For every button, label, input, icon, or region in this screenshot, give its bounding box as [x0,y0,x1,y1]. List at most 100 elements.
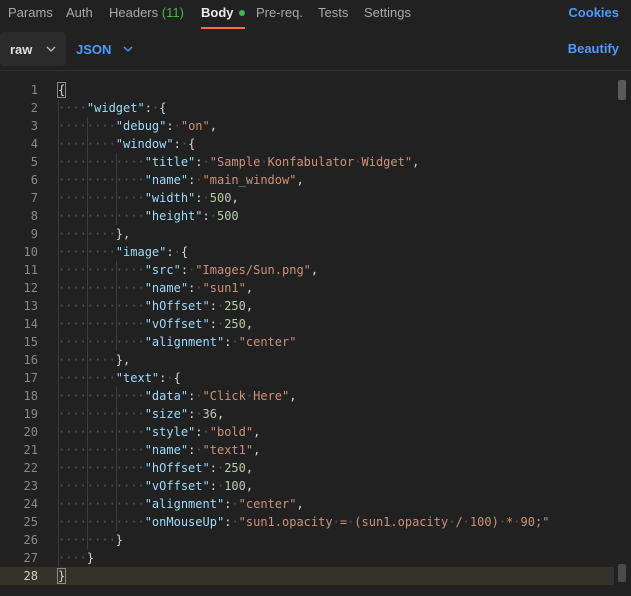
editor-scrollbar[interactable] [618,80,626,584]
chevron-down-icon [123,44,133,55]
code-line[interactable]: 26 ········} [0,531,614,549]
code-text: ········"debug":·"on", [58,119,217,133]
tab-auth[interactable]: Auth [66,0,93,30]
code-text: { [56,82,67,98]
line-number: 26 [23,533,38,547]
code-text: ············"height":·500 [58,209,239,223]
indent-guide [86,117,88,549]
code-text: ············"alignment":·"center" [58,335,297,349]
line-number: 3 [30,119,38,133]
format-value: JSON [76,41,112,57]
line-number: 8 [30,209,38,223]
code-line[interactable]: 10 ········"image":·{ [0,243,614,261]
code-line[interactable]: 3 ········"debug":·"on", [0,117,614,135]
scrollbar-overview-marker [618,564,626,582]
code-text: ············"onMouseUp":·"sun1.opacity·=… [58,515,550,529]
indent-guide [58,99,59,567]
code-text: ············"width":·500, [58,191,239,205]
scrollbar-thumb[interactable] [618,80,626,100]
indent-guide [115,387,117,531]
code-line[interactable]: 5 ············"title":·"Sample·Konfabulat… [0,153,614,171]
indent-guide [115,153,117,225]
body-type-select[interactable]: raw [0,32,66,66]
code-text: ············"src":·"Images/Sun.png", [58,263,319,277]
code-line[interactable]: 2 ····"widget":·{ [0,99,614,117]
code-text: ············"alignment":·"center", [58,497,304,511]
code-line[interactable]: 12 ············"name":·"sun1", [0,279,614,297]
line-number: 4 [30,137,38,151]
tab-prereq[interactable]: Pre-req. [256,0,303,30]
body-toolbar: raw JSON Beautify [0,32,631,66]
code-line[interactable]: 15 ············"alignment":·"center" [0,333,614,351]
tab-auth-label: Auth [66,5,93,20]
code-line[interactable]: 7 ············"width":·500, [0,189,614,207]
code-line[interactable]: 28} [0,567,614,585]
line-number: 25 [23,515,38,529]
code-line[interactable]: 21 ············"name":·"text1", [0,441,614,459]
tab-headers[interactable]: Headers (11) [109,0,184,30]
line-number: 6 [30,173,38,187]
toolbar-divider [0,70,631,71]
line-number: 1 [30,83,38,97]
code-editor[interactable]: 1{2····"widget":·{3········"debug":·"on"… [0,80,631,585]
code-line[interactable]: 27 ····} [0,549,614,567]
line-number: 22 [23,461,38,475]
code-text: } [56,568,67,584]
code-text: ········} [58,533,124,547]
headers-count-badge: (11) [161,5,184,20]
code-line[interactable]: 4 ········"window":·{ [0,135,614,153]
code-line[interactable]: 25 ············"onMouseUp":·"sun1.opacity… [0,513,614,531]
code-line[interactable]: 18 ············"data":·"Click·Here", [0,387,614,405]
line-number: 21 [23,443,38,457]
code-text: ········"text":·{ [58,371,181,385]
code-text: ····} [58,551,95,565]
code-line[interactable]: 14 ············"vOffset":·250, [0,315,614,333]
code-text: ············"data":·"Click·Here", [58,389,297,403]
code-line[interactable]: 20 ············"style":·"bold", [0,423,614,441]
line-number: 12 [23,281,38,295]
code-line[interactable]: 22 ············"hOffset":·250, [0,459,614,477]
code-line[interactable]: 16 ········}, [0,351,614,369]
line-number: 7 [30,191,38,205]
code-line[interactable]: 11 ············"src":·"Images/Sun.png", [0,261,614,279]
line-number: 14 [23,317,38,331]
line-number: 27 [23,551,38,565]
body-type-value: raw [10,41,33,57]
code-line[interactable]: 17 ········"text":·{ [0,369,614,387]
code-text: ········}, [58,227,131,241]
code-line[interactable]: 6 ············"name":·"main_window", [0,171,614,189]
line-number: 17 [23,371,38,385]
tab-settings[interactable]: Settings [364,0,411,30]
cookies-link[interactable]: Cookies [568,0,619,26]
tab-params[interactable]: Params [8,0,53,30]
line-number: 11 [23,263,38,277]
request-tabs: Params Auth Headers (11) Body Pre-req. T… [0,0,631,30]
code-text: ············"size":·36, [58,407,225,421]
tab-tests[interactable]: Tests [318,0,348,30]
beautify-button[interactable]: Beautify [568,32,619,66]
code-line[interactable]: 23 ············"vOffset":·100, [0,477,614,495]
line-number: 16 [23,353,38,367]
tab-settings-label: Settings [364,5,411,20]
code-text: ············"style":·"bold", [58,425,261,439]
code-text: ····"widget":·{ [58,101,167,115]
code-line[interactable]: 19 ············"size":·36, [0,405,614,423]
code-line[interactable]: 13 ············"hOffset":·250, [0,297,614,315]
code-text: ········"window":·{ [58,137,196,151]
format-select[interactable]: JSON [76,32,133,66]
line-number: 24 [23,497,38,511]
code-line[interactable]: 1{ [0,81,614,99]
code-line[interactable]: 8 ············"height":·500 [0,207,614,225]
tab-tests-label: Tests [318,5,349,20]
line-number: 20 [23,425,38,439]
code-text: ········}, [58,353,131,367]
body-indicator-dot-icon [238,9,245,16]
code-line[interactable]: 24 ············"alignment":·"center", [0,495,614,513]
line-number: 2 [30,101,38,115]
code-line[interactable]: 9 ········}, [0,225,614,243]
chevron-down-icon [46,44,56,55]
code-text: ············"name":·"main_window", [58,173,304,187]
tab-body[interactable]: Body [201,0,245,30]
line-number: 19 [23,407,38,421]
line-number: 28 [23,569,38,583]
